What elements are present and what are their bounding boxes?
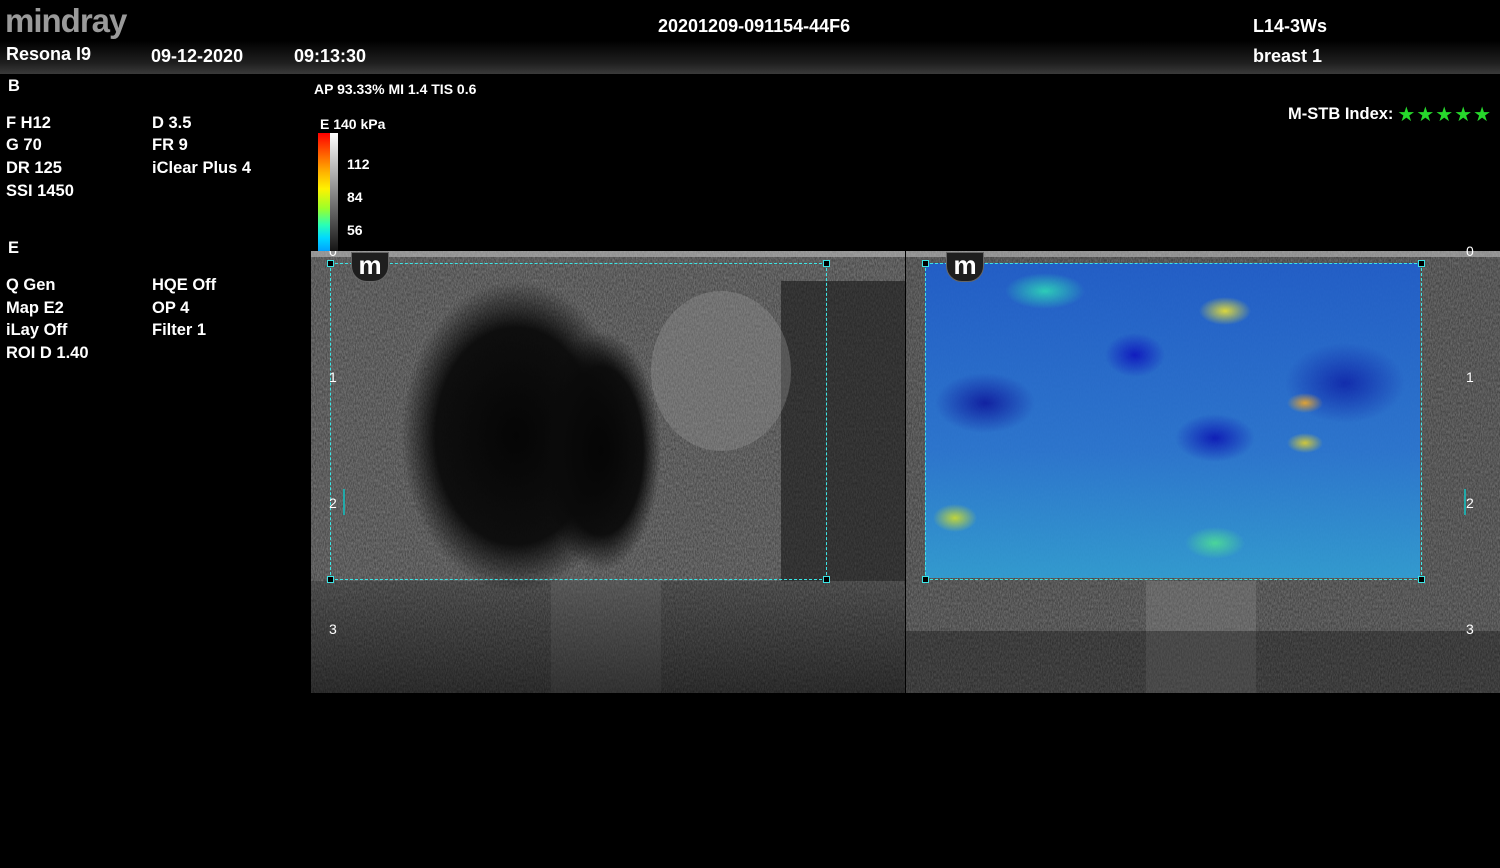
elasto-image-panel[interactable]: m (906, 251, 1500, 693)
depth-label-right: 0 (1466, 243, 1474, 259)
depth-label: 0 (329, 251, 337, 259)
depth-label: 3 (329, 621, 337, 637)
roi-handle[interactable] (823, 576, 830, 583)
e-param: Map E2 (6, 299, 64, 317)
orientation-marker-icon: m (351, 252, 389, 282)
exam-time: 09:13:30 (294, 46, 367, 66)
grayscale-bar (330, 133, 338, 253)
stability-label: M-STB Index: (1288, 105, 1394, 123)
roi-box[interactable] (922, 260, 1425, 583)
exam-preset: breast 1 (1253, 46, 1323, 66)
e-param: HQE Off (152, 276, 217, 294)
b-param: iClear Plus 4 (152, 159, 252, 177)
b-param: F H12 (6, 114, 51, 132)
roi-handle[interactable] (922, 576, 929, 583)
stability-index: M-STB Index: ★★★★★ (1288, 102, 1492, 127)
depth-label-right: 3 (1466, 621, 1474, 637)
roi-handle[interactable] (1418, 576, 1425, 583)
colorbar-title: E 140 kPa (320, 116, 386, 132)
e-param: ROI D 1.40 (6, 344, 89, 362)
device-model: Resona I9 (6, 44, 92, 64)
b-param: G 70 (6, 136, 42, 154)
brand-logo: mindray (5, 2, 127, 39)
exam-date: 09-12-2020 (151, 46, 244, 66)
e-param: Q Gen (6, 276, 56, 294)
depth-label: 1 (329, 369, 337, 385)
roi-handle[interactable] (1418, 260, 1425, 267)
e-param: Filter 1 (152, 321, 207, 339)
colorbar-tick: 56 (347, 222, 363, 238)
colorbar-tick: 84 (347, 189, 363, 205)
b-param: DR 125 (6, 159, 62, 177)
b-mode-title: B (8, 77, 20, 95)
e-param: iLay Off (6, 321, 68, 339)
probe-name: L14-3Ws (1253, 16, 1328, 36)
b-param: FR 9 (152, 136, 188, 154)
colorbar-tick: 112 (347, 156, 370, 172)
star-rating-icon: ★★★★★ (1397, 104, 1493, 126)
e-mode-title: E (8, 239, 20, 257)
exam-id: 20201209-091154-44F6 (658, 16, 851, 36)
roi-handle[interactable] (823, 260, 830, 267)
e-param: OP 4 (152, 299, 190, 317)
bmode-image-panel[interactable]: m 0 1 2 3 (311, 251, 905, 693)
depth-label-right: 1 (1466, 369, 1474, 385)
roi-handle[interactable] (327, 576, 334, 583)
acoustic-output: AP 93.33% MI 1.4 TIS 0.6 (314, 81, 477, 97)
depth-label-right: 2 (1466, 495, 1474, 511)
focus-marker (343, 489, 345, 515)
roi-handle[interactable] (922, 260, 929, 267)
roi-handle[interactable] (327, 260, 334, 267)
b-param: D 3.5 (152, 114, 192, 132)
depth-label: 2 (329, 495, 337, 511)
orientation-marker-icon: m (946, 252, 984, 282)
roi-box[interactable] (327, 260, 830, 583)
b-param: SSI 1450 (6, 182, 74, 200)
focus-marker (1464, 489, 1466, 515)
